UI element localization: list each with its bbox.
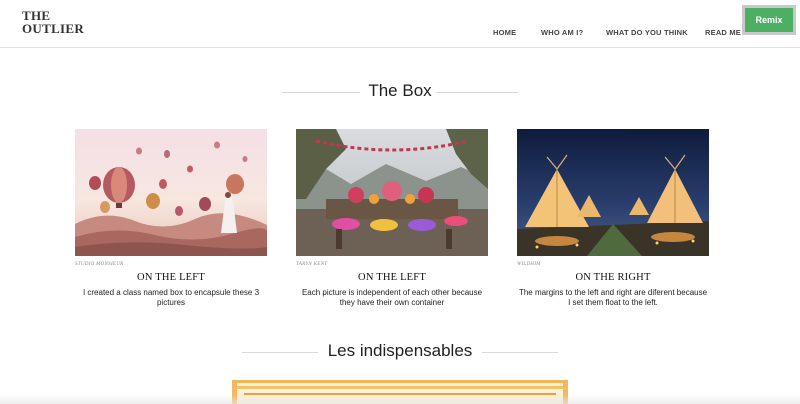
card-heading: ON THE RIGHT: [575, 272, 651, 283]
nav-who-am-i[interactable]: WHO AM I?: [541, 28, 583, 37]
nav-what-do-you-think[interactable]: WHAT DO YOU THINK: [606, 28, 688, 37]
nav-read-me[interactable]: READ ME: [705, 28, 741, 37]
card-heading: ON THE LEFT: [358, 272, 426, 283]
box-card-2: TARYN KENT ON THE LEFT Each picture is i…: [296, 129, 488, 308]
card-heading: ON THE LEFT: [137, 272, 205, 283]
logo-line-2: OUTLIER: [22, 21, 85, 36]
outdoor-table-photo: [296, 129, 488, 256]
remix-button[interactable]: Remix: [745, 8, 793, 32]
tents-night-photo: [517, 129, 709, 256]
card-credit: WILDHIM: [517, 262, 541, 267]
remix-button-frame: Remix: [742, 5, 796, 35]
card-credit: STUDIO MONSIEUR: [75, 262, 124, 267]
card-text: The margins to the left and right are di…: [518, 288, 708, 307]
card-text: Each picture is independent of each othe…: [301, 288, 483, 307]
balloons-photo: [75, 129, 267, 256]
section-title-les-indispensables: Les indispensables: [327, 341, 473, 360]
site-header: THE OUTLIER HOME WHO AM I? WHAT DO YOU T…: [0, 0, 800, 48]
nav-home[interactable]: HOME: [493, 28, 516, 37]
watercolor-stroke: [232, 386, 568, 389]
box-card-1: STUDIO MONSIEUR ON THE LEFT I created a …: [75, 129, 267, 308]
card-credit: TARYN KENT: [296, 262, 328, 267]
section-title-the-box: The Box: [368, 81, 432, 100]
box-card-3: WILDHIM ON THE RIGHT The margins to the …: [517, 129, 709, 308]
site-logo[interactable]: THE OUTLIER: [22, 9, 84, 35]
card-text: I created a class named box to encapsule…: [82, 288, 260, 307]
page-bottom-shadow: [0, 394, 800, 404]
